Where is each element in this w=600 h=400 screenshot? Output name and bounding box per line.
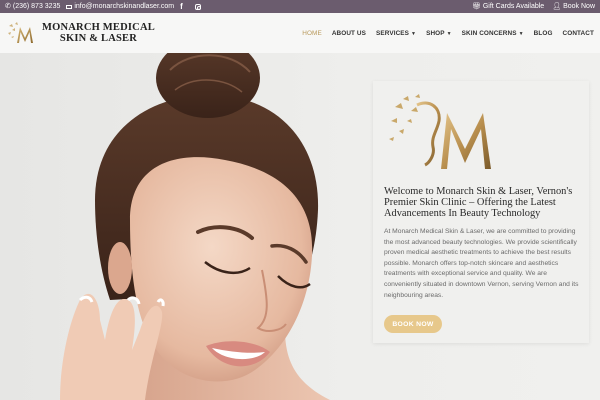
nav-about-us[interactable]: ABOUT US (332, 30, 366, 37)
logo-line2: SKIN & LASER (59, 33, 138, 44)
facebook-icon: f (180, 1, 183, 11)
chevron-down-icon: ▼ (446, 30, 452, 37)
monarch-logo-mark (8, 22, 33, 43)
welcome-heading: Welcome to Monarch Skin & Laser, Vernon'… (384, 186, 573, 219)
phone-link[interactable]: ✆ (236) 873 3235 (5, 3, 60, 10)
nav-blog[interactable]: BLOG (534, 30, 553, 37)
book-now-link[interactable]: 👤︎ Book Now (552, 3, 595, 10)
welcome-card: Welcome to Monarch Skin & Laser, Vernon'… (373, 81, 589, 343)
envelope-icon (66, 4, 73, 9)
hero-section: Welcome to Monarch Skin & Laser, Vernon'… (0, 53, 600, 400)
phone-text: (236) 873 3235 (12, 3, 61, 10)
nav-home[interactable]: HOME (302, 30, 322, 37)
book-now-text: Book Now (563, 3, 595, 10)
nav-skin-concerns-label: SKIN CONCERNS (461, 29, 517, 37)
phone-icon: ✆ (5, 3, 11, 10)
nav-shop[interactable]: SHOP ▼ (426, 30, 452, 37)
book-now-button[interactable]: BOOK NOW (384, 315, 442, 333)
nav-services-label: SERVICES (376, 29, 410, 37)
logo-line1: MONARCH MEDICAL (42, 22, 155, 33)
logo-text: MONARCH MEDICAL SKIN & LASER (42, 22, 155, 44)
nav-services[interactable]: SERVICES ▼ (376, 30, 416, 37)
site-logo[interactable]: MONARCH MEDICAL SKIN & LASER (6, 20, 155, 46)
nav-shop-label: SHOP (426, 29, 445, 37)
chevron-down-icon: ▼ (518, 30, 524, 37)
welcome-text: At Monarch Medical Skin & Laser, we are … (384, 228, 579, 299)
instagram-icon (194, 3, 201, 10)
chevron-down-icon: ▼ (411, 30, 417, 37)
monarch-butterfly-logo (389, 94, 491, 169)
main-nav: HOME ABOUT US SERVICES ▼ SHOP ▼ SKIN CONCE… (292, 30, 594, 37)
site-header: MONARCH MEDICAL SKIN & LASER HOME ABOUT … (0, 13, 600, 53)
facebook-link[interactable]: f (180, 1, 185, 11)
nav-contact[interactable]: CONTACT (563, 30, 594, 37)
instagram-link[interactable] (191, 3, 201, 10)
nav-skin-concerns[interactable]: SKIN CONCERNS ▼ (462, 30, 524, 37)
gift-cards-link[interactable]: 🎁︎ Gift Cards Available (472, 3, 544, 10)
top-bar: ✆ (236) 873 3235 info@monarchskinandlase… (0, 0, 600, 13)
gift-cards-text: Gift Cards Available (482, 3, 545, 10)
user-icon: 👤︎ (552, 3, 562, 10)
email-text: info@monarchskinandlaser.com (74, 3, 175, 10)
gift-icon: 🎁︎ (471, 3, 481, 10)
email-link[interactable]: info@monarchskinandlaser.com (66, 3, 174, 10)
